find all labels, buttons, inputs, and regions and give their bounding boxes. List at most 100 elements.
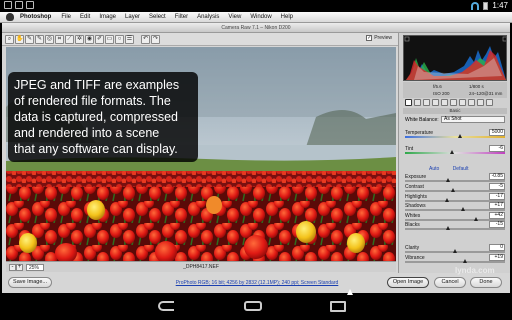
white-balance-tool-icon[interactable]: ✎	[25, 35, 34, 44]
detail-tab-icon[interactable]	[423, 99, 430, 106]
white-balance-label: White Balance:	[405, 117, 439, 123]
white-balance-row: White Balance: As Shot	[405, 116, 505, 125]
menu-help[interactable]: Help	[281, 14, 293, 20]
caption-line: data is captured, compressed	[14, 110, 178, 124]
iso-value: ISO 200	[433, 91, 450, 96]
zoom-tool-icon[interactable]: ⌕	[5, 35, 14, 44]
slider-handle[interactable]	[445, 198, 449, 202]
spot-removal-icon[interactable]: ✲	[75, 35, 84, 44]
open-image-button[interactable]: Open Image	[387, 277, 429, 288]
histogram-graph	[404, 36, 506, 80]
crop-tool-icon[interactable]: ⌗	[55, 35, 64, 44]
preferences-icon[interactable]: ☰	[125, 35, 134, 44]
preview-checkbox[interactable]: ✓	[366, 35, 373, 41]
slider-row: Tint -6	[405, 145, 505, 155]
slider-value-field[interactable]: -0.85	[489, 173, 505, 180]
slider-value-field[interactable]: -5	[489, 183, 505, 190]
slider-handle[interactable]	[446, 178, 450, 182]
straighten-tool-icon[interactable]: ⟋	[65, 35, 74, 44]
red-eye-icon[interactable]: ◉	[85, 35, 94, 44]
menu-app-photoshop[interactable]: Photoshop	[20, 14, 51, 20]
slider-value-field[interactable]: -15	[489, 221, 505, 228]
effects-tab-icon[interactable]	[459, 99, 466, 106]
camera-raw-window: Camera Raw 7.1 – Nikon D200 ⌕ ✋ ✎ ✎ ◎ ⌗ …	[2, 23, 510, 293]
menu-window[interactable]: Window	[250, 14, 271, 20]
wifi-icon	[471, 1, 480, 10]
workflow-options-link[interactable]: ProPhoto RGB; 16 bit; 4256 by 2832 (12.1…	[132, 280, 382, 286]
slider-track[interactable]	[405, 136, 505, 138]
apple-icon[interactable]	[6, 13, 14, 21]
menu-analysis[interactable]: Analysis	[197, 14, 219, 20]
back-icon[interactable]	[158, 301, 174, 311]
split-toning-tab-icon[interactable]	[441, 99, 448, 106]
image-status-bar: - 25% + _DPH8417.NEF	[6, 261, 396, 272]
snapshots-tab-icon[interactable]	[486, 99, 493, 106]
slider-row: Shadows +17	[405, 202, 505, 212]
menu-layer[interactable]: Layer	[125, 14, 140, 20]
menu-file[interactable]: File	[61, 14, 71, 20]
slider-value-field[interactable]: +42	[489, 212, 505, 219]
mouse-cursor-icon	[347, 289, 353, 295]
menu-edit[interactable]: Edit	[80, 14, 90, 20]
rotate-left-icon[interactable]: ↶	[141, 35, 150, 44]
adjustment-brush-icon[interactable]: ✐	[95, 35, 104, 44]
caption-line: of rendered file formats. The	[14, 94, 171, 108]
save-image-button[interactable]: Save Image...	[8, 277, 52, 288]
slider-handle[interactable]	[474, 217, 478, 221]
presets-tab-icon[interactable]	[477, 99, 484, 106]
tone-curve-tab-icon[interactable]	[414, 99, 421, 106]
hand-tool-icon[interactable]: ✋	[15, 35, 24, 44]
menu-filter[interactable]: Filter	[175, 14, 188, 20]
cancel-button[interactable]: Cancel	[434, 277, 466, 288]
notification-icon	[4, 1, 12, 9]
android-status-bar: 1:47	[0, 0, 512, 12]
slider-track[interactable]	[405, 152, 505, 154]
slider-handle[interactable]	[463, 259, 467, 263]
slider-track[interactable]	[405, 228, 505, 230]
slider-value-field[interactable]: +19	[489, 254, 505, 261]
done-button[interactable]: Done	[470, 277, 502, 288]
default-link[interactable]: Default	[453, 166, 469, 172]
basic-tab-icon[interactable]	[405, 99, 412, 106]
panel-section-title: Basic	[403, 108, 507, 114]
screen: 1:47 Photoshop File Edit Image Layer Sel…	[0, 0, 512, 320]
slider-handle[interactable]	[461, 207, 465, 211]
preview-toggle[interactable]: ✓ Preview	[366, 35, 392, 41]
home-icon[interactable]	[244, 301, 262, 311]
slider-row: Temperature 5000	[405, 129, 505, 139]
slider-track[interactable]	[405, 261, 505, 263]
notification-icon	[15, 1, 23, 9]
slider-value-field[interactable]: 5000	[489, 129, 505, 136]
slider-handle[interactable]	[458, 134, 462, 138]
slider-handle[interactable]	[446, 226, 450, 230]
color-sampler-icon[interactable]: ✎	[35, 35, 44, 44]
auto-default-links: Auto Default	[429, 166, 481, 172]
menu-image[interactable]: Image	[99, 14, 116, 20]
slider-value-field[interactable]: +17	[489, 202, 505, 209]
targeted-adjustment-icon[interactable]: ◎	[45, 35, 54, 44]
slider-handle[interactable]	[453, 249, 457, 253]
preview-label: Preview	[374, 35, 392, 41]
slider-value-field[interactable]: -17	[489, 193, 505, 200]
radial-filter-icon[interactable]: ○	[115, 35, 124, 44]
menu-select[interactable]: Select	[149, 14, 166, 20]
camera-calibration-tab-icon[interactable]	[468, 99, 475, 106]
slider-handle[interactable]	[451, 188, 455, 192]
caption-line: that any software can display.	[14, 142, 178, 156]
slider-track[interactable]	[405, 190, 505, 192]
histogram	[403, 35, 507, 81]
rotate-right-icon[interactable]: ↷	[151, 35, 160, 44]
slider-row: Exposure -0.85	[405, 173, 505, 183]
slider-value-field[interactable]: -6	[489, 145, 505, 152]
graduated-filter-icon[interactable]: ▭	[105, 35, 114, 44]
lens-corrections-tab-icon[interactable]	[450, 99, 457, 106]
auto-link[interactable]: Auto	[429, 166, 439, 172]
recent-apps-icon[interactable]	[330, 301, 346, 312]
slider-track[interactable]	[405, 209, 505, 211]
menu-view[interactable]: View	[228, 14, 241, 20]
slider-handle[interactable]	[450, 150, 454, 154]
slider-track[interactable]	[405, 180, 505, 182]
slider-value-field[interactable]: 0	[489, 244, 505, 251]
hsl-tab-icon[interactable]	[432, 99, 439, 106]
white-balance-select[interactable]: As Shot	[441, 116, 505, 123]
